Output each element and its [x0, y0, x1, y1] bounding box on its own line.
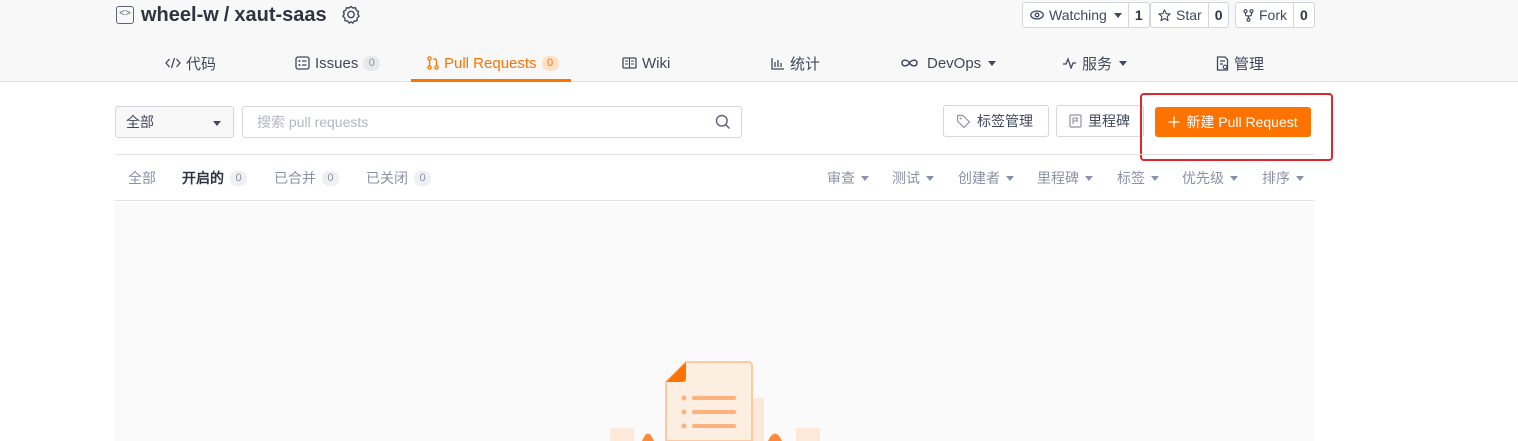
- tab-pull-requests-count: 0: [541, 55, 559, 71]
- chevron-down-icon: [213, 121, 221, 126]
- state-tab-merged-label: 已合并: [274, 170, 316, 186]
- state-tab-closed-label: 已关闭: [366, 170, 408, 186]
- star-count[interactable]: 0: [1209, 3, 1229, 27]
- tab-services[interactable]: 服务: [1062, 44, 1128, 82]
- chevron-down-icon: [861, 175, 869, 181]
- filter-milestone-label: 里程碑: [1037, 170, 1079, 186]
- state-tab-merged-count: 0: [322, 170, 339, 186]
- chevron-down-icon: [1085, 175, 1093, 181]
- filter-author-label: 创建者: [958, 170, 1000, 186]
- repo-title: <> wheel-w / xaut-saas: [116, 2, 361, 28]
- state-tab-merged[interactable]: 已合并 0: [274, 155, 339, 201]
- milestone-icon: [1069, 114, 1082, 128]
- eye-icon: [1030, 10, 1044, 20]
- sort-order[interactable]: 排序: [1262, 155, 1304, 201]
- state-tab-all-label: 全部: [128, 170, 156, 186]
- repo-header: <> wheel-w / xaut-saas Watching 1 Star 0…: [0, 0, 1518, 82]
- repo-code-icon: <>: [116, 6, 134, 24]
- fork-control: Fork 0: [1235, 2, 1315, 28]
- empty-state-illustration: [610, 361, 820, 441]
- tab-services-label: 服务: [1082, 55, 1113, 73]
- watch-dropdown-icon: [1113, 12, 1122, 18]
- tab-pull-requests[interactable]: Pull Requests 0: [411, 44, 571, 82]
- fork-icon: [1243, 8, 1254, 22]
- filter-tester-label: 测试: [892, 170, 920, 186]
- fork-button[interactable]: Fork: [1236, 3, 1294, 27]
- tag-icon: [956, 114, 971, 128]
- tab-devops[interactable]: DevOps: [900, 44, 997, 82]
- scope-select[interactable]: 全部: [115, 106, 234, 138]
- tab-stats[interactable]: 统计: [771, 44, 820, 82]
- tab-code[interactable]: 代码: [165, 44, 216, 82]
- filter-author[interactable]: 创建者: [958, 155, 1014, 201]
- pull-request-icon: [427, 56, 439, 70]
- tab-pull-requests-label: Pull Requests: [444, 54, 537, 72]
- tab-devops-label: DevOps: [927, 54, 982, 72]
- code-icon: [165, 57, 181, 69]
- tab-issues-count: 0: [363, 55, 381, 71]
- repo-owner-link[interactable]: wheel-w: [141, 4, 219, 27]
- infinity-icon: [901, 59, 918, 67]
- filter-milestone[interactable]: 里程碑: [1037, 155, 1093, 201]
- scope-select-value: 全部: [126, 114, 154, 130]
- watch-button[interactable]: Watching: [1023, 3, 1129, 27]
- devops-dropdown-icon: [988, 60, 997, 66]
- chevron-down-icon: [926, 175, 934, 181]
- chevron-down-icon: [1006, 175, 1014, 181]
- star-control: Star 0: [1150, 2, 1230, 28]
- tab-code-label: 代码: [186, 55, 217, 73]
- highlight-annotation-box: [1140, 93, 1333, 161]
- issues-icon: [295, 56, 310, 70]
- tab-wiki[interactable]: Wiki: [622, 44, 670, 82]
- filter-label[interactable]: 标签: [1117, 155, 1159, 201]
- services-dropdown-icon: [1119, 60, 1128, 66]
- watch-count[interactable]: 1: [1129, 3, 1149, 27]
- filter-priority-label: 优先级: [1182, 170, 1224, 186]
- state-tab-closed[interactable]: 已关闭 0: [366, 155, 431, 201]
- search-box: [242, 106, 742, 138]
- milestones-label: 里程碑: [1088, 113, 1130, 129]
- milestones-button[interactable]: 里程碑: [1056, 105, 1144, 137]
- star-icon: [1158, 8, 1171, 21]
- repo-nav-tabs: 代码 Issues 0 Pull Requests 0 Wiki 统计 DevO…: [0, 44, 1518, 82]
- state-tab-open[interactable]: 开启的 0: [182, 155, 247, 201]
- watch-label: Watching: [1049, 7, 1107, 23]
- filter-priority[interactable]: 优先级: [1182, 155, 1238, 201]
- star-label: Star: [1176, 7, 1202, 23]
- filter-reviewer[interactable]: 审查: [827, 155, 869, 201]
- filter-label-label: 标签: [1117, 170, 1145, 186]
- recommended-badge-icon: [341, 5, 360, 24]
- search-icon[interactable]: [715, 114, 731, 130]
- label-manage-button[interactable]: 标签管理: [943, 105, 1049, 137]
- repo-separator: /: [223, 3, 230, 26]
- filter-reviewer-label: 审查: [827, 170, 855, 186]
- repo-name-link[interactable]: xaut-saas: [234, 4, 326, 27]
- tab-issues[interactable]: Issues 0: [295, 44, 381, 82]
- chevron-down-icon: [1230, 175, 1238, 181]
- tab-manage[interactable]: 管理: [1216, 44, 1264, 82]
- tab-stats-label: 统计: [790, 55, 821, 73]
- state-tab-closed-count: 0: [414, 170, 431, 186]
- chevron-down-icon: [1151, 175, 1159, 181]
- state-tab-all[interactable]: 全部: [128, 155, 156, 201]
- tab-wiki-label: Wiki: [642, 54, 671, 72]
- fork-count[interactable]: 0: [1294, 3, 1314, 27]
- stats-icon: [771, 57, 784, 70]
- state-tab-open-count: 0: [230, 170, 247, 186]
- star-button[interactable]: Star: [1151, 3, 1209, 27]
- filter-tester[interactable]: 测试: [892, 155, 934, 201]
- watch-control: Watching 1: [1022, 2, 1150, 28]
- fork-label: Fork: [1259, 7, 1287, 23]
- chevron-down-icon: [1296, 175, 1304, 181]
- label-manage-label: 标签管理: [977, 113, 1033, 129]
- state-tab-open-label: 开启的: [182, 170, 224, 186]
- state-filter-bar: 全部 开启的 0 已合并 0 已关闭 0 审查 测试 创建者 里程碑 标签 优先…: [115, 155, 1314, 201]
- pulse-icon: [1063, 57, 1076, 69]
- sort-order-label: 排序: [1262, 170, 1290, 186]
- tab-manage-label: 管理: [1234, 55, 1265, 73]
- wiki-icon: [622, 57, 637, 69]
- manage-icon: [1216, 55, 1229, 71]
- search-input[interactable]: [243, 107, 683, 137]
- tab-issues-label: Issues: [315, 54, 359, 72]
